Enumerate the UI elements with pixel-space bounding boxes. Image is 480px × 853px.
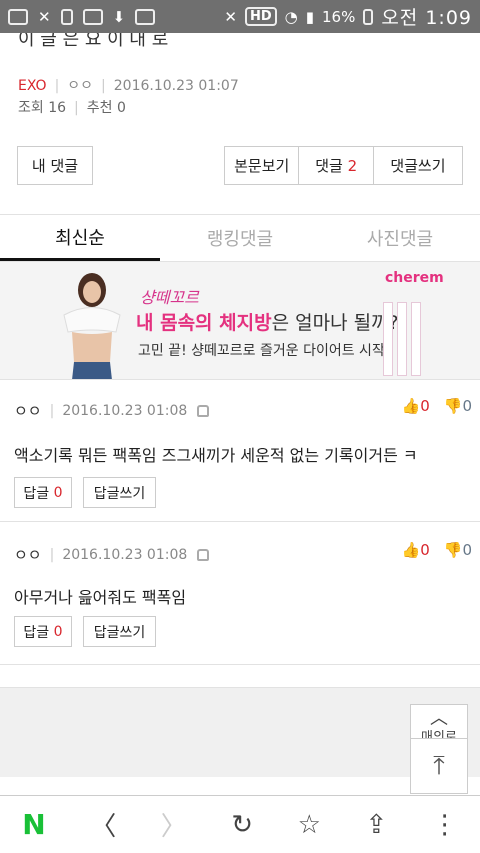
comment-date: 2016.10.23 01:08	[62, 402, 188, 419]
signal-icon: ▮	[305, 7, 314, 26]
post-meta: EXO | ㅇㅇ | 2016.10.23 01:07	[18, 78, 239, 94]
image-icon	[135, 8, 156, 25]
back-icon[interactable]: 〈	[90, 806, 116, 843]
post-nickname: ㅇㅇ	[67, 78, 94, 94]
ad-banner[interactable]: 샹떼꼬르 내 몸속의 체지방은 얼마나 될까? 고민 끝! 샹떼꼬르로 즐거운 …	[0, 262, 480, 380]
battery-icon	[363, 8, 374, 25]
chevron-up-icon: ︿	[430, 707, 448, 729]
tab-latest[interactable]: 최신순	[0, 215, 160, 261]
ad-product-image	[411, 302, 421, 376]
comment-text: 아무거나 읊어줘도 팩폭임	[14, 588, 187, 607]
my-comments-button[interactable]: 내 댓글	[17, 146, 93, 185]
ad-subline: 고민 끝! 샹떼꼬르로 즐거운 다이어트 시작	[138, 343, 385, 359]
ad-script-logo: 샹떼꼬르	[140, 288, 199, 307]
menu-icon[interactable]: ⋮	[432, 810, 458, 840]
naver-home-icon[interactable]: N	[22, 808, 45, 841]
board-name[interactable]: EXO	[18, 78, 47, 94]
reply-button[interactable]: 답글 0	[14, 477, 72, 508]
ad-brand: cherem	[385, 270, 444, 286]
page: 이 글 은 요 이 대 로 EXO | ㅇㅇ | 2016.10.23 01:07 조회…	[0, 33, 480, 795]
comment-item: ㅇㅇ | 2016.10.23 01:08 👍0 👎0 아무거나 읊어줘도 팩폭임 …	[0, 522, 480, 665]
browser-toolbar: N 〈 〉 ↻ ☆ ⇪ ⋮	[0, 795, 480, 853]
tab-photo[interactable]: 사진댓글	[320, 215, 480, 261]
wifi-icon: ◔	[284, 7, 298, 26]
comments-button[interactable]: 댓글 2	[299, 147, 374, 184]
mute-icon: ✕	[224, 7, 237, 26]
comment-tabs: 최신순 랭킹댓글 사진댓글	[0, 214, 480, 262]
clock: 오전 1:09	[381, 7, 472, 29]
load-more-area	[0, 687, 480, 777]
tab-ranking[interactable]: 랭킹댓글	[160, 215, 320, 261]
upvote-button[interactable]: 👍0	[402, 397, 430, 415]
missed-call-icon: ✕	[38, 7, 51, 26]
write-comment-button[interactable]: 댓글쓰기	[374, 147, 462, 184]
write-reply-button[interactable]: 답글쓰기	[83, 616, 156, 647]
post-title: 이 글 은 요 이 대 로	[18, 33, 169, 50]
post-actions: 본문보기 댓글 2 댓글쓰기	[224, 146, 463, 185]
comment-date: 2016.10.23 01:08	[62, 546, 188, 563]
mail-icon	[82, 8, 103, 25]
downvote-button[interactable]: 👎0	[444, 397, 472, 415]
status-bar: ✕ ⬇ ✕ HD ◔ ▮ 16% 오전 1:09	[0, 0, 480, 33]
write-reply-button[interactable]: 답글쓰기	[83, 477, 156, 508]
report-icon[interactable]	[197, 404, 210, 417]
arrow-up-icon: ⤒	[433, 750, 445, 781]
ad-product-image	[397, 302, 407, 376]
battery-percent: 16%	[321, 7, 356, 26]
bookmark-star-icon[interactable]: ☆	[298, 810, 321, 840]
comment-nickname: ㅇㅇ	[14, 546, 42, 564]
ad-headline: 내 몸속의 체지방은 얼마나 될까?	[136, 312, 399, 334]
downvote-button[interactable]: 👎0	[444, 541, 472, 559]
comment-nickname: ㅇㅇ	[14, 402, 42, 420]
comments-count: 2	[347, 156, 358, 175]
comment-item: ㅇㅇ | 2016.10.23 01:08 👍0 👎0 액소기록 뭐든 팩폭임 즈그…	[0, 380, 480, 522]
reload-icon[interactable]: ↻	[231, 810, 253, 840]
download-icon: ⬇	[112, 7, 126, 26]
forward-icon[interactable]: 〉	[161, 806, 187, 843]
ad-model-image	[63, 273, 121, 379]
phone-icon	[60, 8, 73, 25]
reply-button[interactable]: 답글 0	[14, 616, 72, 647]
upvote-button[interactable]: 👍0	[402, 541, 430, 559]
chat-icon	[8, 8, 28, 25]
view-post-button[interactable]: 본문보기	[225, 147, 300, 184]
hd-badge: HD	[244, 7, 277, 26]
post-stats: 조회 16 | 추천 0	[18, 100, 126, 116]
scroll-top-button[interactable]: ⤒	[410, 738, 468, 794]
comment-text: 액소기록 뭐든 팩폭임 즈그새끼가 세운적 없는 기록이거든 ㅋ	[14, 446, 418, 465]
post-date: 2016.10.23 01:07	[113, 78, 239, 94]
ad-product-image	[383, 302, 393, 376]
view-count: 조회 16	[18, 100, 67, 116]
report-icon[interactable]	[197, 548, 210, 561]
share-icon[interactable]: ⇪	[365, 810, 387, 840]
recommend-count: 추천 0	[86, 100, 126, 116]
